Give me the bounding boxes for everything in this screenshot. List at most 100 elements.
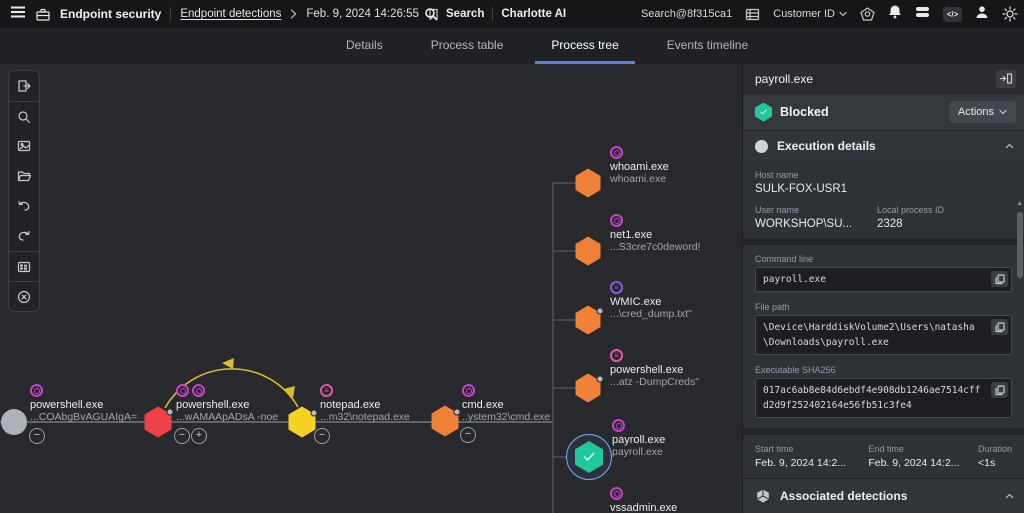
breadcrumb-link[interactable]: Endpoint detections <box>180 8 281 20</box>
detection-badge-icon[interactable] <box>610 281 623 294</box>
node-label: powershell.exe ...wAMAApADsA -noe <box>176 384 278 423</box>
field-host-name: Host name SULK-FOX-USR1 <box>755 170 1012 195</box>
blocked-status-icon <box>755 103 772 122</box>
process-name[interactable]: notepad.exe <box>320 399 410 411</box>
process-name[interactable]: cmd.exe <box>462 399 550 411</box>
node-matrix-icon[interactable] <box>9 251 39 281</box>
section-associated-detections[interactable]: Associated detections <box>743 478 1024 513</box>
exit-panel-icon[interactable] <box>9 71 39 101</box>
snapshot-icon[interactable] <box>9 131 39 161</box>
detection-badge-icon[interactable] <box>320 384 333 397</box>
field-command-line: Command line payroll.exe <box>755 254 1012 292</box>
process-name[interactable]: powershell.exe <box>176 399 278 411</box>
collapse-node-button[interactable]: − <box>174 428 190 444</box>
session-search-id[interactable]: Search@8f315ca1 <box>641 8 732 20</box>
copy-icon[interactable] <box>991 271 1008 287</box>
process-tree-canvas[interactable]: powershell.exe ...COAbgBvAGUAIgA= − powe… <box>0 64 742 513</box>
expand-node-button[interactable]: + <box>191 428 207 444</box>
file-path-value[interactable]: \Device\HarddiskVolume2\Users\natasha\Do… <box>755 315 1012 355</box>
associated-detections-icon <box>755 488 771 504</box>
panel-header: payroll.exe <box>743 64 1024 93</box>
toggle-rows-icon[interactable] <box>915 5 930 23</box>
actions-button[interactable]: Actions <box>949 101 1016 123</box>
process-cmdline: ...\cred_dump.txt" <box>610 308 692 320</box>
section-execution-details[interactable]: Execution details <box>743 130 1024 161</box>
connector-dot <box>454 409 461 416</box>
scrollbar-up-arrow[interactable]: ▲ <box>1016 200 1023 207</box>
copy-icon[interactable] <box>991 382 1008 398</box>
process-node-root-powershell[interactable] <box>1 409 27 435</box>
process-cmdline: ...atz -DumpCreds" <box>610 376 699 388</box>
status-row: Blocked Actions <box>743 93 1024 130</box>
process-details-panel: payroll.exe Blocked Actions Execution de… <box>742 64 1024 513</box>
user-profile-icon[interactable] <box>975 5 989 24</box>
detection-badge-icon[interactable] <box>192 384 205 397</box>
theme-brightness-icon[interactable] <box>1002 6 1018 22</box>
collapse-node-button[interactable]: − <box>314 428 330 444</box>
connector-dot <box>311 410 318 417</box>
tab-process-tree[interactable]: Process tree <box>535 28 634 64</box>
process-cmdline: ..ystem32\cmd.exe <box>462 411 550 423</box>
notifications-bell-icon[interactable] <box>888 4 902 24</box>
process-name[interactable]: vssadmin.exe <box>610 502 677 513</box>
process-name[interactable]: powershell.exe <box>30 399 137 411</box>
process-name[interactable]: payroll.exe <box>612 434 665 446</box>
support-badge-icon[interactable] <box>860 7 875 22</box>
field-user-name: User name WORKSHOP\SU... <box>755 205 877 230</box>
undo-icon[interactable] <box>9 191 39 221</box>
customer-id-dropdown[interactable]: Customer ID <box>773 8 847 20</box>
menu-icon[interactable] <box>10 5 26 24</box>
search-label[interactable]: Search <box>446 8 484 20</box>
api-code-icon[interactable]: </> <box>943 7 962 22</box>
connector-dot <box>597 308 604 315</box>
copy-icon[interactable] <box>991 319 1008 335</box>
status-badge: Blocked <box>780 105 941 119</box>
process-name[interactable]: whoami.exe <box>610 161 669 173</box>
detection-badge-icon[interactable] <box>610 349 623 362</box>
node-label: notepad.exe ...m32\notepad.exe <box>320 384 410 423</box>
collapse-node-button[interactable]: − <box>29 428 45 444</box>
section-divider <box>743 238 1024 245</box>
charlotte-ai-link[interactable]: Charlotte AI <box>501 8 566 20</box>
tab-events-timeline[interactable]: Events timeline <box>651 28 764 64</box>
detection-badge-icon[interactable] <box>30 384 43 397</box>
process-cmdline: ...wAMAApADsA -noe <box>176 411 278 423</box>
top-bar: Endpoint security Endpoint detections Fe… <box>0 0 1024 28</box>
process-cmdline: whoami.exe <box>610 173 669 185</box>
panel-scrollbar[interactable] <box>1017 212 1023 278</box>
node-label: WMIC.exe ...\cred_dump.txt" <box>610 281 692 320</box>
field-start-time: Start time Feb. 9, 2024 14:2... <box>755 444 868 469</box>
process-name[interactable]: net1.exe <box>610 229 700 241</box>
detection-badge-icon[interactable] <box>610 214 623 227</box>
sha256-value[interactable]: 017ac6ab8e84d6ebdf4e908db1246ae7514cffd2… <box>755 378 1012 418</box>
expand-panel-button[interactable] <box>996 70 1016 88</box>
process-cmdline: ...m32\notepad.exe <box>320 411 410 423</box>
chevron-up-icon <box>1005 143 1014 149</box>
endpoint-security-app: Endpoint security Endpoint detections Fe… <box>0 0 1024 513</box>
app-title: Endpoint security <box>60 7 161 21</box>
detection-badge-icon[interactable] <box>610 487 623 500</box>
node-label: powershell.exe ...atz -DumpCreds" <box>610 349 699 388</box>
detection-badge-icon[interactable] <box>176 384 189 397</box>
zoom-icon[interactable] <box>9 101 39 131</box>
chevron-down-icon <box>999 109 1007 115</box>
execution-details-body: Host name SULK-FOX-USR1 User name WORKSH… <box>743 161 1024 478</box>
redo-icon[interactable] <box>9 221 39 251</box>
folder-open-icon[interactable] <box>9 161 39 191</box>
process-name[interactable]: WMIC.exe <box>610 296 692 308</box>
detection-badge-icon[interactable] <box>612 419 625 432</box>
grid-list-icon[interactable] <box>745 8 760 21</box>
tab-details[interactable]: Details <box>330 28 399 64</box>
tree-toolbar <box>8 70 40 312</box>
search-icon[interactable] <box>424 7 438 21</box>
collapse-node-button[interactable]: − <box>460 427 476 443</box>
process-name[interactable]: powershell.exe <box>610 364 699 376</box>
detection-badge-icon[interactable] <box>462 384 475 397</box>
detection-badge-icon[interactable] <box>610 146 623 159</box>
node-label: powershell.exe ...COAbgBvAGUAIgA= <box>30 384 137 423</box>
field-local-process-id: Local process ID 2328 <box>877 205 944 230</box>
command-line-value[interactable]: payroll.exe <box>755 267 1012 292</box>
tab-process-table[interactable]: Process table <box>415 28 520 64</box>
node-label: whoami.exe whoami.exe <box>610 146 669 185</box>
close-circle-icon[interactable] <box>9 281 39 311</box>
